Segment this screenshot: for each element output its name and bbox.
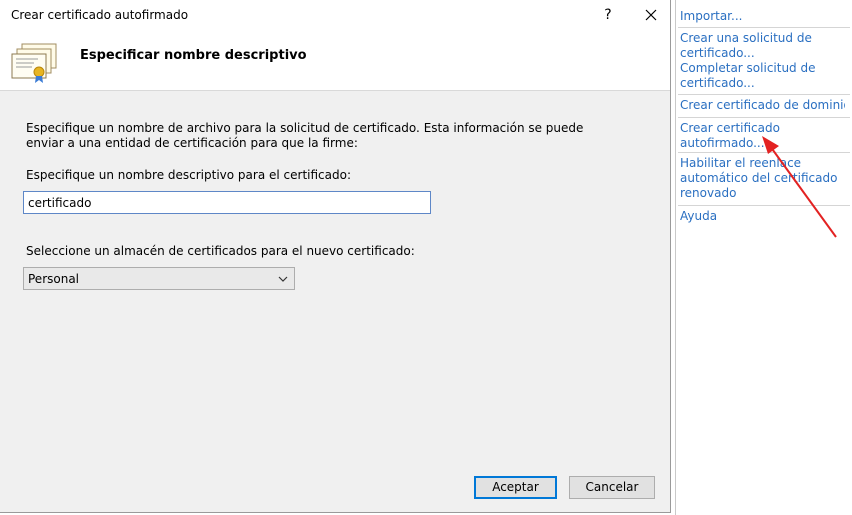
title-bar: Crear certificado autofirmado ? — [0, 0, 670, 30]
certificate-icon — [11, 43, 57, 83]
dialog-content: Especifique un nombre de archivo para la… — [0, 91, 670, 511]
action-import[interactable]: Importar... — [680, 9, 845, 24]
close-button[interactable] — [640, 5, 662, 25]
friendly-name-input[interactable] — [23, 191, 431, 214]
divider — [678, 152, 850, 153]
certificate-store-select[interactable]: Personal — [23, 267, 295, 290]
certificate-store-value: Personal — [28, 272, 80, 286]
wizard-header: Especificar nombre descriptivo — [0, 30, 670, 91]
divider — [678, 205, 850, 206]
action-create-self-signed-certificate[interactable]: Crear certificado autofirmado... — [680, 121, 845, 151]
divider — [678, 27, 850, 28]
divider — [678, 117, 850, 118]
self-signed-certificate-dialog: Crear certificado autofirmado ? Especifi… — [0, 0, 671, 513]
description-text: Especifique un nombre de archivo para la… — [26, 121, 584, 150]
divider — [678, 94, 850, 95]
accept-button[interactable]: Aceptar — [474, 476, 557, 499]
cancel-button[interactable]: Cancelar — [569, 476, 655, 499]
help-button[interactable]: ? — [598, 5, 618, 25]
action-help[interactable]: Ayuda — [680, 209, 845, 224]
action-complete-request[interactable]: Completar solicitud de certificado... — [680, 61, 845, 91]
actions-pane: Importar... Crear una solicitud de certi… — [675, 0, 852, 515]
action-enable-auto-rebind[interactable]: Habilitar el reenlace automático del cer… — [680, 156, 845, 201]
dialog-title: Crear certificado autofirmado — [11, 8, 189, 22]
page-title: Especificar nombre descriptivo — [80, 48, 307, 63]
action-create-domain-certificate[interactable]: Crear certificado de dominio... — [680, 98, 845, 113]
friendly-name-label: Especifique un nombre descriptivo para e… — [26, 168, 351, 182]
chevron-down-icon — [278, 276, 288, 282]
close-icon — [645, 9, 657, 21]
certificate-store-label: Seleccione un almacén de certificados pa… — [26, 244, 415, 258]
action-create-request[interactable]: Crear una solicitud de certificado... — [680, 31, 845, 61]
